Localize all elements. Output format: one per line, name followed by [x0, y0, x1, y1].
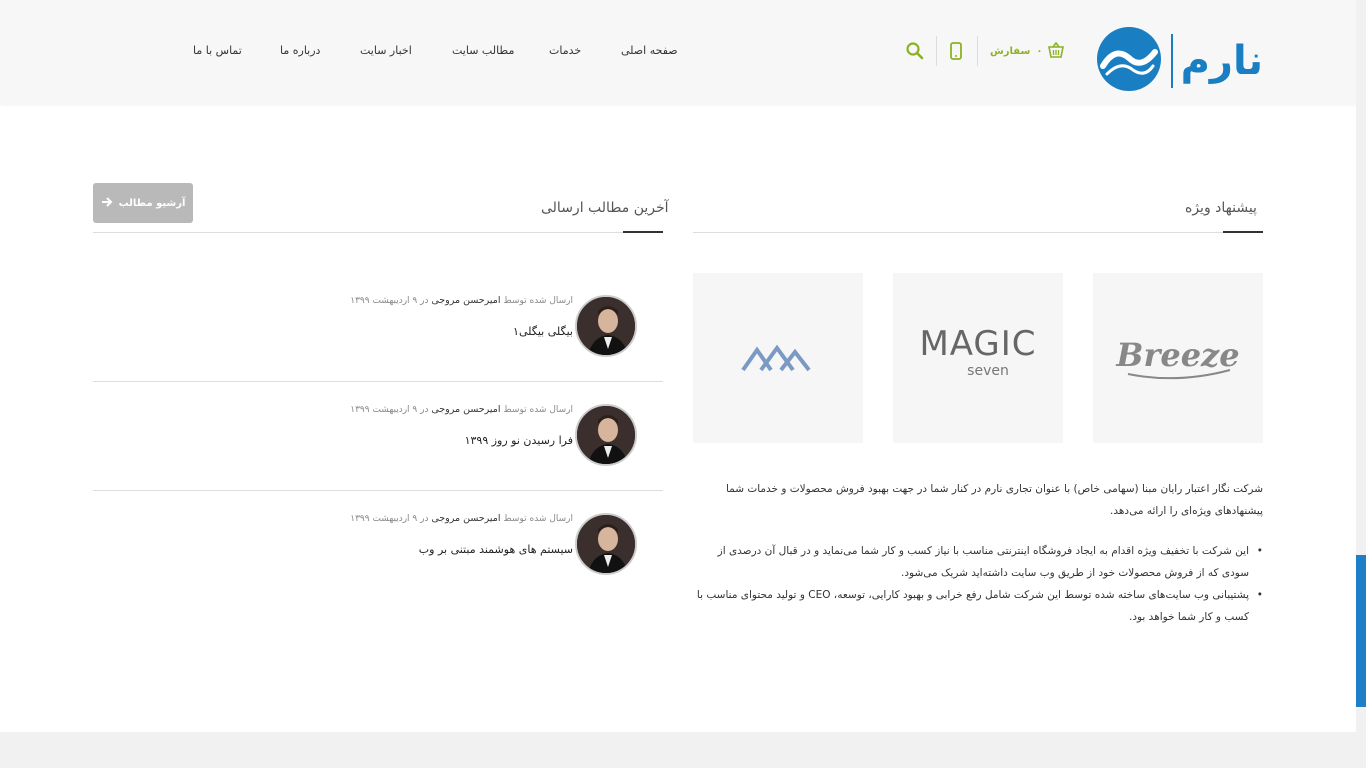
featured-title: پیشنهاد ویژه [1185, 200, 1257, 216]
post-author[interactable]: امیرحسن مروجی [431, 295, 500, 306]
post-date: در ۹ اردیبهشت ۱۳۹۹ [350, 514, 429, 524]
magic-logo-text: MAGIC [919, 324, 1036, 364]
page-scrollbar[interactable] [1356, 0, 1366, 768]
mobile-icon[interactable] [950, 42, 962, 64]
post-title[interactable]: فرا رسیدن نو روز ۱۳۹۹ [465, 434, 573, 447]
nav-services[interactable]: خدمات [549, 44, 581, 57]
scrollbar-thumb[interactable] [1356, 555, 1366, 707]
nav-news[interactable]: اخبار سایت [360, 44, 412, 57]
post-item[interactable]: ارسال شده توسط امیرحسن مروجی در ۹ اردیبه… [93, 404, 663, 512]
nav-contact[interactable]: تماس با ما [193, 44, 242, 57]
cart-label: سفارش [990, 46, 1031, 57]
post-date: در ۹ اردیبهشت ۱۳۹۹ [350, 296, 429, 306]
list-item: این شرکت با تخفیف ویژه اقدام به ایجاد فر… [693, 540, 1263, 584]
latest-title-line [93, 232, 663, 233]
cart-link[interactable]: ۰ سفارش [990, 41, 1065, 61]
post-meta: ارسال شده توسط امیرحسن مروجی در ۹ اردیبه… [350, 513, 573, 524]
post-author[interactable]: امیرحسن مروجی [431, 513, 500, 524]
mountain-logo-icon [741, 344, 811, 372]
avatar[interactable] [575, 513, 637, 575]
basket-icon [1048, 41, 1065, 61]
latest-title: آخرین مطالب ارسالی [541, 200, 669, 216]
post-author[interactable]: امیرحسن مروجی [431, 404, 500, 415]
logo-text: نارم [1181, 38, 1263, 84]
list-item: پشتیبانی وب سایت‌های ساخته شده توسط این … [693, 584, 1263, 628]
header-divider [977, 36, 978, 66]
avatar[interactable] [575, 295, 637, 357]
featured-title-accent [1223, 231, 1263, 233]
site-logo[interactable]: نارم [1093, 26, 1265, 92]
nav-articles[interactable]: مطالب سایت [452, 44, 514, 57]
brand-mountain[interactable] [693, 273, 863, 443]
featured-title-line [693, 232, 1263, 233]
avatar[interactable] [575, 404, 637, 466]
post-separator [93, 381, 663, 382]
post-meta-prefix: ارسال شده توسط [503, 405, 573, 415]
nav-home[interactable]: صفحه اصلی [621, 44, 678, 57]
post-meta-prefix: ارسال شده توسط [503, 296, 573, 306]
post-meta-prefix: ارسال شده توسط [503, 514, 573, 524]
post-meta: ارسال شده توسط امیرحسن مروجی در ۹ اردیبه… [350, 295, 573, 306]
post-item[interactable]: ارسال شده توسط امیرحسن مروجی در ۹ اردیبه… [93, 513, 663, 621]
featured-bullets: این شرکت با تخفیف ویژه اقدام به ایجاد فر… [693, 540, 1263, 628]
post-meta: ارسال شده توسط امیرحسن مروجی در ۹ اردیبه… [350, 404, 573, 415]
nav-about[interactable]: درباره ما [280, 44, 320, 57]
site-footer [0, 732, 1356, 768]
search-icon[interactable] [906, 42, 924, 64]
header-divider [936, 36, 937, 66]
breeze-logo-text: Breeze [1115, 336, 1239, 374]
site-header: نارم ۰ سفارش صفحه اصلی خدمات مطالب سایت … [0, 0, 1356, 104]
post-item[interactable]: ارسال شده توسط امیرحسن مروجی در ۹ اردیبه… [93, 295, 663, 403]
post-separator [93, 490, 663, 491]
archive-button[interactable]: آرشیو مطالب [93, 183, 193, 223]
latest-title-accent [623, 231, 663, 233]
featured-description: شرکت نگار اعتبار رایان مبنا (سهامی خاص) … [725, 483, 1263, 517]
magic-logo-subtext: seven [967, 363, 1009, 379]
cart-count: ۰ [1036, 46, 1043, 57]
brand-magic-seven[interactable]: MAGIC seven [893, 273, 1063, 443]
post-title[interactable]: بیگلی بیگلی۱ [513, 325, 573, 338]
archive-button-label: آرشیو مطالب [118, 197, 186, 209]
post-title[interactable]: سیستم های هوشمند مبتنی بر وب [419, 543, 573, 556]
post-date: در ۹ اردیبهشت ۱۳۹۹ [350, 405, 429, 415]
brand-breeze[interactable]: Breeze [1093, 273, 1263, 443]
arrow-right-icon [101, 196, 113, 210]
